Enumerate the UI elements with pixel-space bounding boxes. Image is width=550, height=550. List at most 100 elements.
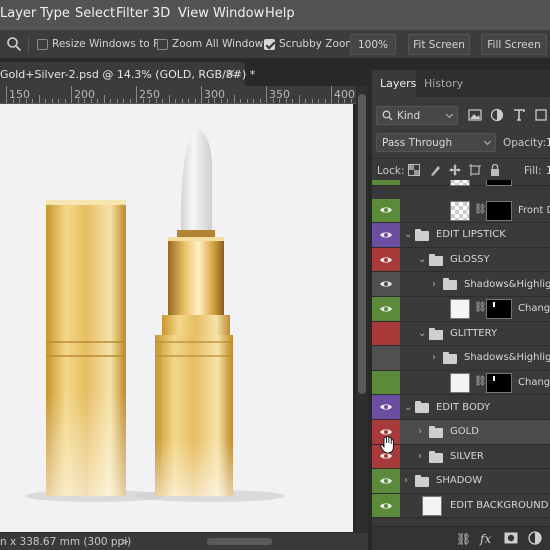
- document-tab[interactable]: Gold+Silver-2.psd @ 14.3% (GOLD, RGB/8#)…: [0, 62, 255, 86]
- options-separator: [28, 36, 29, 53]
- tab-layers[interactable]: Layers: [372, 70, 416, 97]
- lock-position-icon[interactable]: [449, 164, 461, 176]
- layer-row[interactable]: EDIT BACKGROUND COLO: [372, 493, 550, 519]
- chevron-down-icon[interactable]: ⌄: [404, 395, 412, 419]
- horizontal-scroll-thumb[interactable]: [207, 538, 272, 545]
- visibility-toggle[interactable]: [372, 180, 400, 185]
- visibility-toggle[interactable]: [372, 370, 400, 395]
- ruler-minor-tick: [32, 99, 33, 103]
- fill-screen-button[interactable]: Fill Screen: [481, 34, 547, 55]
- visibility-toggle[interactable]: [372, 346, 400, 370]
- layer-name: Front De: [518, 204, 550, 216]
- layer-mask-thumbnail[interactable]: [486, 200, 512, 221]
- visibility-toggle[interactable]: [372, 297, 400, 321]
- filter-kind-dropdown[interactable]: Kind: [376, 106, 458, 125]
- opacity-value[interactable]: 1: [546, 137, 550, 149]
- menu-help[interactable]: Help: [265, 6, 295, 21]
- lock-transparency-icon[interactable]: [408, 164, 420, 176]
- link-icon[interactable]: ⛓: [474, 302, 487, 313]
- document-tab-title: Gold+Silver-2.psd @ 14.3% (GOLD, RGB/8#)…: [0, 67, 256, 81]
- layer-row[interactable]: ⛓ Change: [372, 297, 550, 322]
- layer-name: Change: [518, 303, 550, 315]
- layer-row[interactable]: ⛓ Change: [372, 370, 550, 396]
- eye-icon: [380, 478, 392, 484]
- adjustment-icon[interactable]: [528, 531, 542, 545]
- layer-row[interactable]: › SILVER: [372, 444, 550, 470]
- menu-filter[interactable]: Filter: [116, 6, 148, 21]
- link-icon[interactable]: ⛓: [474, 204, 487, 215]
- document-canvas[interactable]: [0, 104, 353, 532]
- ruler-minor-tick: [350, 99, 352, 103]
- chevron-right-icon[interactable]: ›: [418, 445, 422, 469]
- visibility-toggle[interactable]: [372, 469, 400, 493]
- chevron-down-icon[interactable]: ⌄: [418, 248, 426, 272]
- menu-select[interactable]: Select: [75, 6, 115, 21]
- chevron-down-icon[interactable]: ⌄: [404, 223, 412, 247]
- image-filter-icon[interactable]: [468, 108, 482, 122]
- menu-view[interactable]: View: [178, 6, 209, 21]
- menu-window[interactable]: Window: [213, 6, 264, 21]
- visibility-toggle[interactable]: [372, 247, 400, 272]
- blend-mode-dropdown[interactable]: Pass Through: [376, 133, 496, 152]
- visibility-toggle[interactable]: [372, 395, 400, 419]
- zoom-percentage-field[interactable]: 100%: [350, 34, 396, 55]
- close-tab-icon[interactable]: ×: [226, 66, 236, 80]
- lock-pixels-icon[interactable]: [429, 164, 441, 176]
- layer-row[interactable]: ⌄ GLOSSY: [372, 247, 550, 273]
- type-filter-icon[interactable]: [512, 108, 526, 122]
- scrubby-zoom-checkbox[interactable]: [264, 39, 275, 50]
- fit-screen-button[interactable]: Fit Screen: [408, 34, 470, 55]
- layer-thumbnail: [422, 495, 442, 516]
- layer-mask-thumbnail[interactable]: [486, 372, 512, 393]
- layer-mask-thumbnail[interactable]: [486, 299, 512, 319]
- zoom-tool-icon[interactable]: [6, 36, 22, 52]
- chevron-right-icon[interactable]: ›: [404, 469, 408, 493]
- visibility-toggle[interactable]: [372, 198, 400, 223]
- shape-filter-icon[interactable]: [534, 108, 548, 122]
- ruler-minor-tick: [25, 99, 27, 103]
- visibility-toggle[interactable]: [372, 493, 400, 518]
- layer-row[interactable]: ⛓: [372, 180, 550, 186]
- lock-all-icon[interactable]: [489, 164, 501, 176]
- layer-row[interactable]: ⛓ Front De: [372, 198, 550, 224]
- layer-row[interactable]: › GOLD: [372, 420, 550, 445]
- vertical-scroll-thumb[interactable]: [358, 94, 366, 394]
- eye-icon: [380, 306, 392, 312]
- chevron-right-icon[interactable]: ›: [418, 420, 422, 444]
- ruler-major-tick: [71, 86, 72, 103]
- chevron-right-icon[interactable]: ›: [432, 272, 436, 296]
- resize-windows-checkbox[interactable]: [37, 39, 48, 50]
- mask-icon[interactable]: [504, 532, 518, 544]
- ruler-minor-tick: [337, 99, 339, 103]
- fill-value[interactable]: 1: [546, 165, 550, 177]
- visibility-toggle[interactable]: [372, 223, 400, 247]
- tab-history[interactable]: History: [416, 70, 466, 97]
- adjustment-filter-icon[interactable]: [490, 108, 504, 122]
- fx-icon[interactable]: fx: [480, 532, 491, 546]
- eye-icon: [380, 256, 392, 263]
- layer-row[interactable]: › Shadows&Highlight: [372, 272, 550, 297]
- chevron-down-icon[interactable]: ⌄: [418, 322, 426, 346]
- lock-artboard-icon[interactable]: [469, 164, 481, 176]
- zoom-all-windows-checkbox[interactable]: [157, 39, 168, 50]
- menu-type[interactable]: Type: [40, 6, 70, 21]
- menu-3d[interactable]: 3D: [152, 6, 170, 21]
- layer-row[interactable]: ⌄ EDIT LIPSTICK: [372, 223, 550, 248]
- folder-icon: [415, 229, 429, 242]
- canvas-vertical-scrollbar[interactable]: [356, 86, 368, 532]
- layer-row[interactable]: › SHADOW: [372, 469, 550, 494]
- layer-row[interactable]: ⌄ GLITTERY: [372, 321, 550, 347]
- canvas-area[interactable]: [0, 104, 356, 532]
- layer-row[interactable]: › Shadows&Highlight: [372, 346, 550, 371]
- link-icon[interactable]: ⛓: [456, 532, 471, 546]
- hand-cursor-icon: [380, 436, 394, 454]
- link-icon[interactable]: ⛓: [474, 376, 487, 387]
- visibility-toggle[interactable]: [372, 321, 400, 346]
- layer-row[interactable]: ⌄ EDIT BODY: [372, 395, 550, 420]
- layer-mask-thumbnail[interactable]: [486, 180, 512, 186]
- blend-mode-label: Pass Through: [382, 136, 453, 149]
- chevron-right-icon[interactable]: ›: [432, 346, 436, 370]
- visibility-toggle[interactable]: [372, 272, 400, 296]
- status-menu-arrow[interactable]: >: [120, 535, 129, 548]
- menu-layer[interactable]: Layer: [0, 6, 36, 21]
